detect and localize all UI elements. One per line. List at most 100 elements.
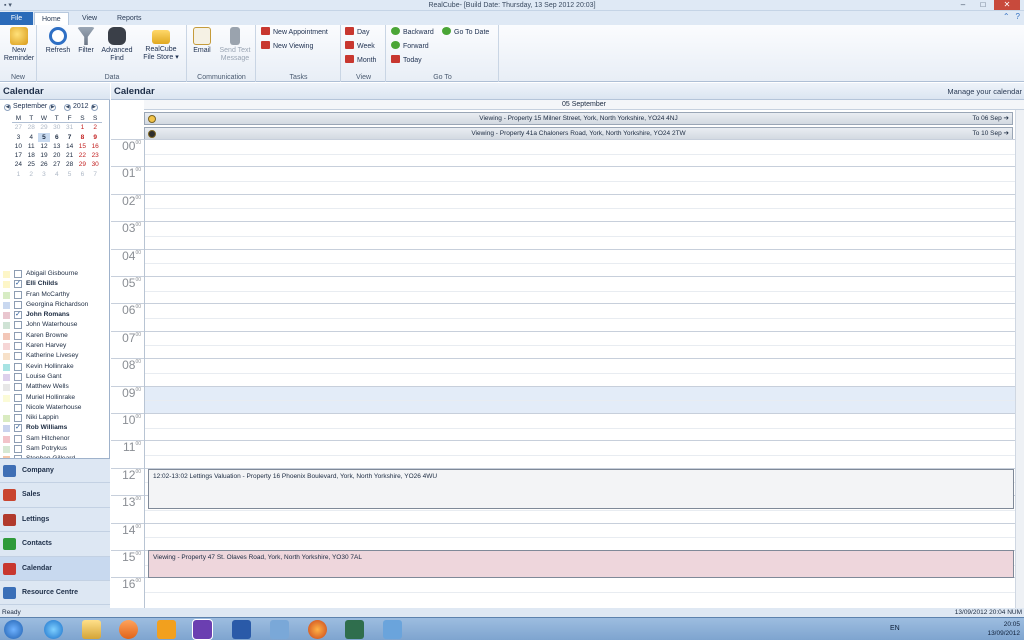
app-icon[interactable] — [270, 620, 289, 639]
help-icon[interactable]: ? — [1016, 12, 1020, 21]
user-checkbox[interactable] — [14, 445, 22, 454]
day-cell[interactable]: 20 — [50, 151, 63, 160]
user-item[interactable]: ✓ Elli Childs — [0, 279, 110, 289]
day-cell[interactable]: 7 — [89, 170, 102, 179]
hour-slot[interactable] — [145, 413, 1016, 440]
day-cell[interactable]: 4 — [25, 133, 38, 142]
day-cell[interactable]: 3 — [38, 170, 51, 179]
user-item[interactable]: John Waterhouse — [0, 320, 110, 330]
user-checkbox[interactable] — [14, 321, 22, 330]
new-appointment-button[interactable]: New Appointment — [261, 27, 328, 39]
day-cell[interactable]: 13 — [50, 142, 63, 151]
word-icon[interactable] — [232, 620, 251, 639]
user-item[interactable]: Nicole Waterhouse — [0, 403, 110, 413]
user-checkbox[interactable]: ✓ — [14, 311, 22, 320]
day-cell[interactable]: 21 — [63, 151, 76, 160]
maximize-button[interactable]: □ — [974, 0, 992, 10]
view-day-button[interactable]: Day — [345, 27, 369, 39]
user-checkbox[interactable] — [14, 434, 22, 443]
user-checkbox[interactable] — [14, 383, 22, 392]
day-cell[interactable]: 30 — [89, 160, 102, 169]
user-checkbox[interactable] — [14, 342, 22, 351]
nav-item-sales[interactable]: Sales — [0, 483, 110, 508]
manage-calendar-link[interactable]: Manage your calendar — [947, 83, 1022, 100]
user-item[interactable]: ✓ John Romans — [0, 310, 110, 320]
filter-button[interactable]: Filter — [76, 27, 96, 55]
user-checkbox[interactable]: ✓ — [14, 424, 22, 433]
day-cell[interactable]: 29 — [76, 160, 89, 169]
nav-item-resource-centre[interactable]: Resource Centre — [0, 581, 110, 606]
user-item[interactable]: ✓ Rob Williams — [0, 423, 110, 433]
close-button[interactable]: ✕ — [994, 0, 1020, 10]
email-button[interactable]: Email — [190, 27, 214, 55]
day-cell[interactable]: 5 — [63, 170, 76, 179]
tab-file[interactable]: File — [0, 12, 33, 25]
user-checkbox[interactable] — [14, 270, 22, 278]
day-cell[interactable]: 1 — [12, 170, 25, 179]
hour-slot[interactable] — [145, 522, 1016, 550]
hour-slot[interactable] — [145, 577, 1016, 604]
nav-item-lettings[interactable]: Lettings — [0, 508, 110, 533]
hour-slot[interactable] — [145, 193, 1016, 221]
quick-access-icon[interactable]: ▪ ▾ — [4, 0, 12, 11]
day-cell[interactable]: 29 — [38, 123, 51, 132]
today-button[interactable]: Today — [391, 55, 422, 67]
day-cell[interactable]: 2 — [25, 170, 38, 179]
hour-slot[interactable] — [145, 276, 1016, 303]
appointment[interactable]: 12:02-13:02 Lettings Valuation - Propert… — [148, 468, 1014, 509]
start-button-icon[interactable] — [4, 620, 23, 639]
user-checkbox[interactable] — [14, 414, 22, 423]
new-viewing-button[interactable]: New Viewing — [261, 41, 313, 53]
day-cell[interactable]: 7 — [63, 133, 76, 142]
user-item[interactable]: Karen Harvey — [0, 341, 110, 351]
user-item[interactable]: Katherine Livesey — [0, 351, 110, 361]
new-reminder-button[interactable]: New Reminder — [2, 27, 36, 63]
day-cell[interactable]: 17 — [12, 151, 25, 160]
user-checkbox[interactable] — [14, 300, 22, 309]
day-cell[interactable]: 18 — [25, 151, 38, 160]
advanced-find-button[interactable]: Advanced Find — [99, 27, 135, 63]
user-item[interactable]: Muriel Hollinrake — [0, 393, 110, 403]
nav-item-company[interactable]: Company — [0, 459, 110, 484]
collapse-ribbon-icon[interactable]: ⌃ — [1003, 12, 1010, 21]
hour-slot[interactable] — [145, 303, 1016, 330]
visual-studio-icon[interactable] — [192, 619, 213, 640]
day-cell[interactable]: 15 — [76, 142, 89, 151]
user-item[interactable]: Sam Hitchenor — [0, 434, 110, 444]
hour-slot[interactable] — [145, 139, 1016, 166]
day-cell[interactable]: 8 — [76, 133, 89, 142]
tab-home[interactable]: Home — [34, 12, 69, 26]
day-cell[interactable]: 31 — [63, 123, 76, 132]
appointment[interactable]: Viewing - Property 47 St. Olaves Road, Y… — [148, 550, 1014, 578]
user-item[interactable]: Matthew Wells — [0, 382, 110, 392]
day-cell[interactable]: 4 — [50, 170, 63, 179]
day-cell[interactable]: 12 — [38, 142, 51, 151]
day-cell[interactable]: 28 — [25, 123, 38, 132]
backward-button[interactable]: Backward — [391, 27, 434, 39]
remote-icon[interactable] — [383, 620, 402, 639]
send-text-button[interactable]: Send Text Message — [216, 27, 254, 63]
minimize-button[interactable]: – — [954, 0, 972, 10]
user-checkbox[interactable] — [14, 362, 22, 371]
day-cell[interactable]: 2 — [89, 123, 102, 132]
user-checkbox[interactable] — [14, 290, 22, 299]
hour-slot[interactable] — [145, 385, 1016, 413]
day-cell[interactable]: 6 — [76, 170, 89, 179]
ie-icon[interactable] — [44, 620, 63, 639]
go-to-date-button[interactable]: Go To Date — [442, 27, 489, 39]
user-checkbox[interactable] — [14, 393, 22, 402]
day-cell[interactable]: 30 — [50, 123, 63, 132]
file-store-button[interactable]: RealCube File Store ▾ — [140, 27, 182, 62]
day-cell[interactable]: 27 — [12, 123, 25, 132]
day-cell[interactable]: 14 — [63, 142, 76, 151]
media-player-icon[interactable] — [119, 620, 138, 639]
hour-slot[interactable] — [145, 166, 1016, 193]
user-item[interactable]: Kevin Hollinrake — [0, 362, 110, 372]
user-item[interactable]: Abigail Gisbourne — [0, 269, 110, 279]
vertical-scrollbar[interactable] — [1015, 110, 1024, 608]
user-item[interactable]: Karen Browne — [0, 331, 110, 341]
prev-year-icon[interactable]: ◀ — [64, 103, 71, 111]
day-cell[interactable]: 9 — [89, 133, 102, 142]
day-cell[interactable]: 27 — [50, 160, 63, 169]
user-item[interactable]: Georgina Richardson — [0, 300, 110, 310]
